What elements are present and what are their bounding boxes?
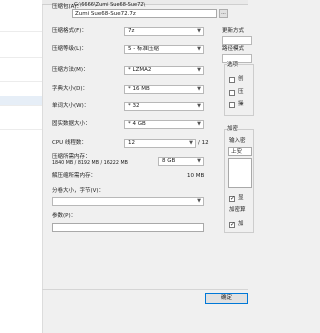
password-input[interactable]: 上安 bbox=[228, 147, 252, 156]
solid-value: * 4 GB bbox=[128, 121, 146, 127]
archive-path: G:\6666\Zumi Sue68-Sue72\ bbox=[74, 2, 146, 8]
chevron-down-icon: ▼ bbox=[197, 46, 201, 52]
method-label: 压缩方法(M)： bbox=[52, 67, 89, 73]
cpu-select[interactable]: 12 ▼ bbox=[124, 139, 196, 148]
show-password-checkbox[interactable] bbox=[229, 195, 235, 202]
option-checkbox-1[interactable] bbox=[229, 77, 235, 83]
footer-separator bbox=[42, 289, 248, 290]
split-label: 分卷大小，字节(V)： bbox=[52, 188, 105, 194]
password-confirm-input[interactable] bbox=[228, 158, 252, 188]
solid-select[interactable]: * 4 GB ▼ bbox=[124, 120, 204, 129]
update-mode-select[interactable] bbox=[222, 36, 252, 45]
background-file-list bbox=[0, 0, 43, 333]
params-label: 参数(P)： bbox=[52, 213, 77, 219]
chevron-down-icon: ▼ bbox=[197, 121, 201, 127]
browse-button[interactable]: ... bbox=[219, 9, 228, 18]
level-label: 压缩等级(L)： bbox=[52, 46, 87, 52]
chevron-down-icon: ▼ bbox=[197, 158, 201, 164]
mem-limit-value: 8 GB bbox=[162, 158, 176, 164]
chevron-down-icon: ▼ bbox=[197, 67, 201, 73]
chevron-down-icon: ▼ bbox=[197, 103, 201, 109]
list-item bbox=[0, 72, 42, 82]
list-item bbox=[0, 22, 42, 32]
dict-value: * 16 MB bbox=[128, 86, 150, 92]
mem-limit-select[interactable]: 8 GB ▼ bbox=[158, 157, 204, 166]
cpu-label: CPU 线程数： bbox=[52, 140, 87, 146]
mem-compress-detail: 1840 MB / 8192 MB / 16222 MB bbox=[52, 161, 128, 166]
option-label-2: 压 bbox=[238, 89, 244, 95]
option-checkbox-3[interactable] bbox=[229, 102, 235, 108]
cpu-total: / 12 bbox=[198, 140, 209, 146]
encrypt-label: 加密 bbox=[227, 125, 239, 133]
format-value: 7z bbox=[128, 28, 135, 34]
option-label-1: 创 bbox=[238, 76, 244, 82]
dict-label: 字典大小(D)： bbox=[52, 86, 89, 92]
word-value: * 32 bbox=[128, 103, 140, 109]
method-value: * LZMA2 bbox=[128, 67, 152, 73]
encrypt-input-label: 输入密 bbox=[229, 138, 246, 144]
encrypt-filenames-label: 加 bbox=[238, 221, 244, 227]
cpu-value: 12 bbox=[128, 140, 135, 146]
mem-decompress-value: 10 MB bbox=[187, 173, 205, 179]
chevron-down-icon: ▼ bbox=[197, 28, 201, 34]
level-value: 5 - 标准压缩 bbox=[128, 46, 159, 52]
format-select[interactable]: 7z ▼ bbox=[124, 27, 204, 36]
option-label-3: 操 bbox=[238, 101, 244, 107]
encrypt-filenames-checkbox[interactable] bbox=[229, 221, 235, 228]
show-password-label: 显 bbox=[238, 195, 244, 201]
level-select[interactable]: 5 - 标准压缩 ▼ bbox=[124, 45, 204, 54]
update-mode-label: 更新方式 bbox=[222, 28, 245, 34]
split-select[interactable]: ▼ bbox=[52, 197, 204, 206]
encrypt-method-label: 加密算 bbox=[229, 207, 246, 213]
path-mode-label: 路径模式 bbox=[222, 46, 245, 52]
list-item-selected bbox=[0, 96, 42, 106]
archive-name-input[interactable]: Zumi Sue68-Sue72.7z bbox=[72, 9, 217, 18]
options-label: 选项 bbox=[227, 61, 239, 69]
chevron-down-icon: ▼ bbox=[197, 198, 201, 204]
list-item bbox=[0, 120, 42, 130]
mem-decompress-label: 解压缩所需内存： bbox=[52, 173, 97, 179]
dict-select[interactable]: * 16 MB ▼ bbox=[124, 85, 204, 94]
solid-label: 固实数据大小： bbox=[52, 121, 91, 127]
format-label: 压缩格式(F)： bbox=[52, 28, 87, 34]
params-input[interactable] bbox=[52, 223, 204, 232]
word-label: 单词大小(W)： bbox=[52, 103, 90, 109]
word-select[interactable]: * 32 ▼ bbox=[124, 102, 204, 111]
chevron-down-icon: ▼ bbox=[189, 140, 193, 146]
list-item bbox=[0, 48, 42, 58]
option-checkbox-2[interactable] bbox=[229, 90, 235, 96]
chevron-down-icon: ▼ bbox=[197, 86, 201, 92]
method-select[interactable]: * LZMA2 ▼ bbox=[124, 66, 204, 75]
ok-button[interactable]: 确定 bbox=[205, 293, 248, 304]
